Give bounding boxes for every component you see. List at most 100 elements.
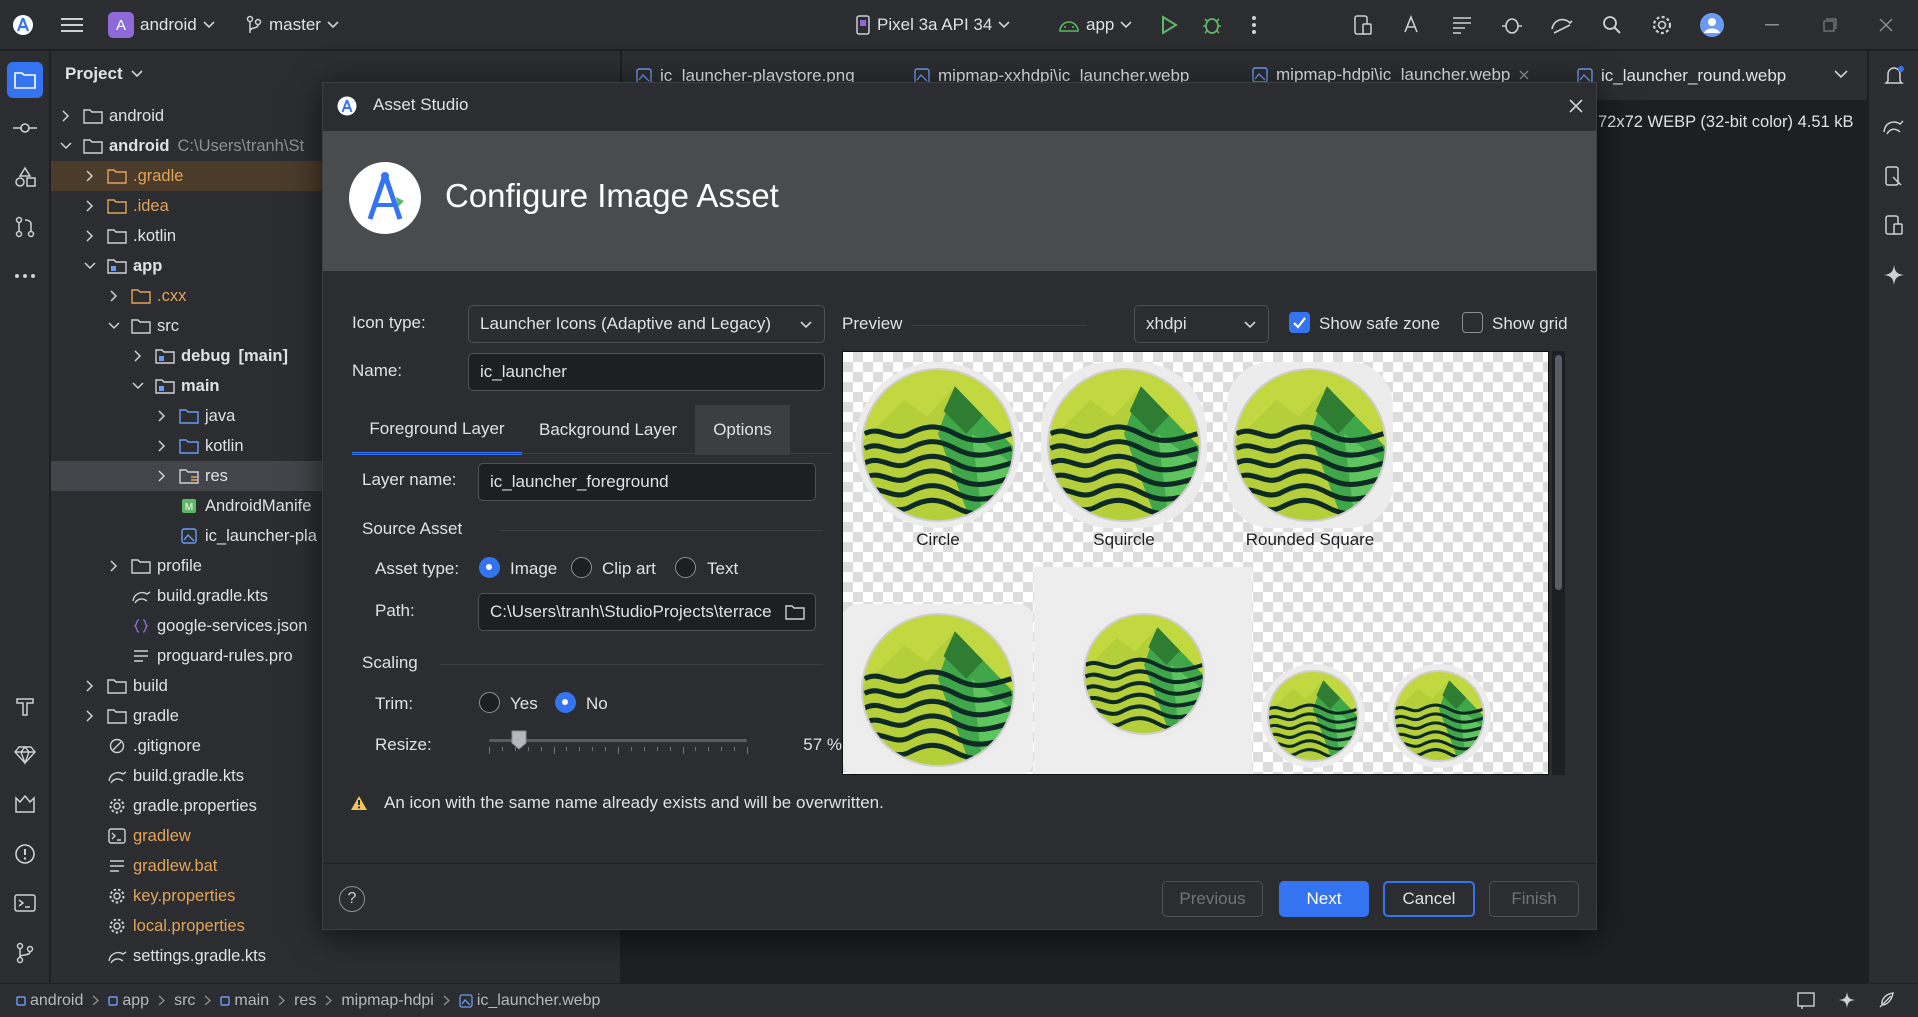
- path-input[interactable]: C:\Users\tranh\StudioProjects\terrace: [478, 593, 816, 631]
- breadcrumb-item[interactable]: src: [174, 992, 195, 1010]
- chevron-right-icon[interactable]: [83, 679, 97, 693]
- folder-icon: [107, 707, 127, 725]
- show-safe-zone-checkbox[interactable]: [1289, 312, 1310, 333]
- vcs-branch-switcher[interactable]: master: [245, 0, 339, 50]
- asset-type-text-radio[interactable]: [675, 557, 696, 578]
- gradle-sync-icon[interactable]: [1550, 13, 1574, 37]
- more-tools-icon[interactable]: [11, 262, 39, 290]
- resize-slider[interactable]: [489, 725, 748, 755]
- chevron-right-icon[interactable]: [155, 439, 169, 453]
- asset-type-image-radio[interactable]: [479, 557, 500, 578]
- pull-requests-icon[interactable]: [11, 213, 39, 241]
- slider-thumb[interactable]: [511, 730, 527, 750]
- tree-row-label: ic_launcher-pla: [205, 526, 317, 545]
- chevron-right-icon[interactable]: [83, 169, 97, 183]
- search-icon[interactable]: [1600, 13, 1624, 37]
- gemini-status-sparkle-icon[interactable]: [1838, 991, 1856, 1009]
- project-view-selector[interactable]: Project: [65, 64, 143, 84]
- status-feather-icon[interactable]: [1877, 991, 1895, 1009]
- chevron-right-icon[interactable]: [131, 349, 145, 363]
- close-dialog-icon[interactable]: [1568, 98, 1584, 114]
- device-selector[interactable]: Pixel 3a API 34: [855, 0, 1010, 50]
- previous-button[interactable]: Previous: [1162, 881, 1263, 917]
- finish-button[interactable]: Finish: [1489, 881, 1579, 917]
- tab-foreground-layer[interactable]: Foreground Layer: [352, 405, 522, 455]
- notifications-icon[interactable]: [1880, 62, 1908, 90]
- project-switcher[interactable]: A android: [108, 0, 215, 50]
- terminal-icon[interactable]: [11, 889, 39, 917]
- close-window-icon[interactable]: [1874, 13, 1898, 37]
- tab-ic-launcher-round[interactable]: ic_launcher_round.webp: [1577, 51, 1786, 101]
- preview-scrollbar[interactable]: [1552, 351, 1565, 775]
- device-mirroring-icon[interactable]: [1880, 162, 1908, 190]
- scrollbar-thumb[interactable]: [1555, 355, 1562, 590]
- slider-tick: [540, 747, 542, 751]
- device-manager-icon[interactable]: [1351, 13, 1375, 37]
- density-select[interactable]: xhdpi: [1134, 305, 1269, 343]
- chevron-right-icon[interactable]: [83, 229, 97, 243]
- chevron-right-icon[interactable]: [155, 469, 169, 483]
- breadcrumb-item[interactable]: app: [108, 992, 149, 1010]
- commit-tool-icon[interactable]: [11, 114, 39, 142]
- minimize-icon[interactable]: [1760, 13, 1784, 37]
- gemini-sparkle-icon[interactable]: [1880, 261, 1908, 289]
- gradle-icon[interactable]: [1880, 112, 1908, 140]
- chevron-right-icon[interactable]: [107, 559, 121, 573]
- trim-yes-radio[interactable]: [479, 692, 500, 713]
- tab-background-layer[interactable]: Background Layer: [522, 405, 694, 455]
- chevron-down-icon[interactable]: [131, 379, 145, 393]
- chevron-right-icon[interactable]: [155, 409, 169, 423]
- tree-row[interactable]: settings.gradle.kts: [51, 941, 621, 971]
- chevron-right-icon[interactable]: [83, 199, 97, 213]
- app-quality-insights-icon[interactable]: [11, 790, 39, 818]
- preview-circle: Circle: [855, 362, 1021, 550]
- app-inspection-icon[interactable]: [1500, 13, 1524, 37]
- breadcrumb-item[interactable]: ic_launcher.webp: [459, 992, 600, 1010]
- breadcrumb-item[interactable]: android: [16, 992, 83, 1010]
- chevron-down-icon[interactable]: [83, 259, 97, 273]
- account-avatar-icon[interactable]: [1700, 13, 1724, 37]
- breadcrumb-item[interactable]: main: [220, 992, 269, 1010]
- run-config-selector[interactable]: app: [1058, 0, 1132, 50]
- running-devices-icon[interactable]: [1880, 211, 1908, 239]
- gemini-diamond-icon[interactable]: [11, 741, 39, 769]
- browse-folder-icon[interactable]: [785, 604, 805, 620]
- next-button[interactable]: Next: [1279, 881, 1369, 917]
- settings-gear-icon[interactable]: [1650, 13, 1674, 37]
- trim-no-label: No: [586, 694, 608, 713]
- version-control-icon[interactable]: [11, 939, 39, 967]
- more-actions-icon[interactable]: [1242, 13, 1266, 37]
- show-grid-checkbox[interactable]: [1462, 312, 1483, 333]
- help-button[interactable]: ?: [339, 886, 365, 912]
- close-tab-icon[interactable]: [1518, 69, 1530, 81]
- logcat-icon[interactable]: [1450, 13, 1474, 37]
- main-menu-icon[interactable]: [60, 13, 84, 37]
- problems-icon[interactable]: [11, 840, 39, 868]
- resource-manager-icon[interactable]: [11, 163, 39, 191]
- tab-options[interactable]: Options: [695, 405, 790, 455]
- icon-type-select[interactable]: Launcher Icons (Adaptive and Legacy): [468, 305, 825, 343]
- chevron-right-icon[interactable]: [59, 109, 73, 123]
- name-input[interactable]: ic_launcher: [468, 353, 825, 391]
- asset-type-clipart-radio[interactable]: [571, 557, 592, 578]
- dialog-header: Asset Studio: [323, 83, 1596, 131]
- chevron-right-icon[interactable]: [83, 709, 97, 723]
- project-tool-icon[interactable]: [7, 62, 43, 98]
- debug-icon[interactable]: [1200, 13, 1224, 37]
- breadcrumb-item[interactable]: res: [294, 992, 316, 1010]
- layer-name-input[interactable]: ic_launcher_foreground: [478, 463, 816, 501]
- cancel-button[interactable]: Cancel: [1383, 881, 1475, 917]
- breadcrumb-item[interactable]: mipmap-hdpi: [341, 992, 433, 1010]
- translate-icon[interactable]: [1400, 13, 1424, 37]
- chevron-down-icon[interactable]: [107, 319, 121, 333]
- trim-no-radio[interactable]: [555, 692, 576, 713]
- dialog-heading: Configure Image Asset: [445, 177, 779, 214]
- layout-icon[interactable]: [1797, 991, 1817, 1009]
- preview-caption: Circle: [916, 530, 960, 549]
- build-tool-icon[interactable]: [11, 692, 39, 720]
- chevron-right-icon[interactable]: [107, 289, 121, 303]
- chevron-down-icon[interactable]: [59, 139, 73, 153]
- run-icon[interactable]: [1157, 13, 1181, 37]
- tab-list-chevron-icon[interactable]: [1834, 70, 1848, 79]
- restore-icon[interactable]: [1818, 13, 1842, 37]
